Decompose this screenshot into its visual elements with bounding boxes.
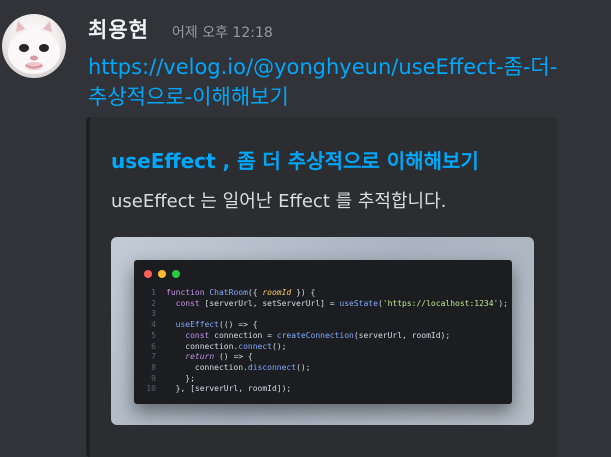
code-token: () => { bbox=[214, 352, 253, 362]
code-line: 1 function ChatRoom({ roomId }) { bbox=[142, 288, 508, 299]
line-number: 8 bbox=[151, 362, 156, 372]
code-token: }) { bbox=[291, 288, 316, 297]
code-token: (serverUrl, roomId); bbox=[353, 330, 451, 340]
code-line: 6 connection.connect(); bbox=[142, 342, 508, 353]
line-number: 4 bbox=[151, 320, 156, 330]
code-token: 'https://localhost:1234' bbox=[382, 298, 499, 308]
code-token: createConnection bbox=[276, 330, 354, 340]
code-token: const bbox=[175, 298, 205, 308]
code-line: 8 connection.disconnect(); bbox=[142, 363, 508, 374]
code-window: 1 function ChatRoom({ roomId }) { 2 const … bbox=[134, 260, 512, 404]
line-number: 5 bbox=[151, 330, 156, 340]
message-timestamp: 어제 오후 12:18 bbox=[172, 25, 273, 41]
code-token: connect bbox=[238, 341, 272, 351]
code-token: (); bbox=[296, 362, 311, 372]
code-token: return bbox=[185, 352, 215, 362]
line-number: 9 bbox=[151, 373, 156, 383]
cat-avatar-image bbox=[8, 16, 60, 74]
embed-accent-bar bbox=[86, 117, 90, 457]
code-token: (() => { bbox=[219, 320, 258, 330]
close-dot-icon bbox=[144, 270, 152, 278]
code-line: 5 const connection = createConnection(se… bbox=[142, 331, 508, 342]
code-token: function bbox=[166, 288, 210, 297]
line-number: 7 bbox=[151, 352, 156, 362]
line-number: 2 bbox=[151, 298, 156, 308]
code-line: 9 }; bbox=[142, 374, 508, 385]
code-token: ({ bbox=[247, 288, 263, 297]
code-line: 10 }, [serverUrl, roomId]); bbox=[142, 384, 508, 395]
minimize-dot-icon bbox=[158, 270, 166, 278]
code-token: }; bbox=[166, 373, 195, 383]
embed-image[interactable]: 1 function ChatRoom({ roomId }) { 2 const … bbox=[111, 237, 534, 425]
line-number: 10 bbox=[146, 384, 156, 394]
code-line: 2 const [serverUrl, setServerUrl] = useS… bbox=[142, 299, 508, 310]
maximize-dot-icon bbox=[172, 270, 180, 278]
embed-title[interactable]: useEffect , 좀 더 추상적으로 이해해보기 bbox=[111, 145, 479, 174]
code-token: connection. bbox=[166, 362, 248, 372]
code-line: 7 return () => { bbox=[142, 352, 508, 363]
code-snippet: 1 function ChatRoom({ roomId }) { 2 const … bbox=[142, 288, 508, 395]
link-embed: useEffect , 좀 더 추상적으로 이해해보기 useEffect 는 … bbox=[86, 117, 558, 457]
author-name[interactable]: 최용현 bbox=[88, 14, 149, 44]
code-token: connection = bbox=[214, 330, 277, 340]
code-token: const bbox=[185, 330, 215, 340]
embed-description: useEffect 는 일어난 Effect 를 추적합니다. bbox=[111, 191, 447, 212]
code-token: ChatRoom bbox=[209, 288, 248, 297]
code-token: [serverUrl, setServerUrl] = bbox=[204, 298, 340, 308]
code-token: ); bbox=[498, 298, 508, 308]
code-token: useState bbox=[339, 298, 378, 308]
author-avatar[interactable] bbox=[2, 14, 66, 78]
code-line: 3 bbox=[142, 309, 508, 320]
code-line: 4 useEffect(() => { bbox=[142, 320, 508, 331]
code-token: }, [serverUrl, roomId]); bbox=[166, 384, 292, 394]
code-token: connection. bbox=[166, 341, 239, 351]
line-number: 3 bbox=[151, 309, 156, 319]
code-token: disconnect bbox=[247, 362, 297, 372]
line-number: 6 bbox=[151, 341, 156, 351]
code-token: useEffect bbox=[175, 320, 219, 330]
code-token: roomId bbox=[262, 288, 292, 297]
code-token: (); bbox=[271, 341, 287, 351]
message-link[interactable]: https://velog.io/@yonghyeun/useEffect-좀-… bbox=[88, 52, 558, 112]
line-number: 1 bbox=[151, 288, 156, 297]
